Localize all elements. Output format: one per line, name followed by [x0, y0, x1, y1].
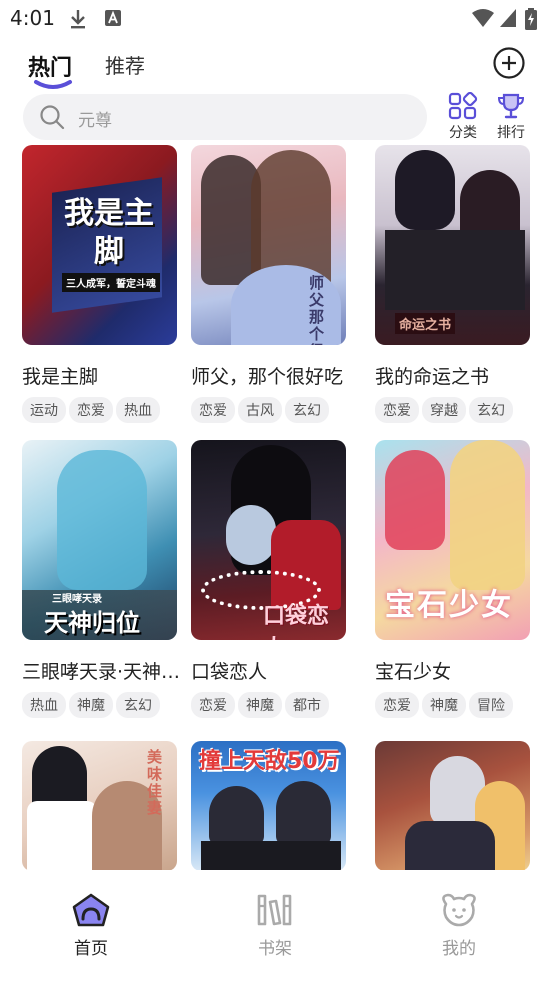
comic-tags: 恋爱 神魔 冒险	[375, 692, 545, 718]
wifi-icon	[472, 9, 494, 27]
comic-card[interactable]: 师父那个很好吃 师父，那个很好吃 恋爱古风玄幻	[191, 145, 361, 423]
comic-tags: 恋爱 神魔 都市	[191, 692, 361, 718]
nav-profile-label: 我的	[442, 939, 476, 959]
tag[interactable]: 恋爱	[375, 692, 419, 718]
cover-title: 美味佳妻	[147, 748, 163, 817]
cover-subtitle: 三人成军，誓定斗魂	[62, 273, 160, 292]
status-time: 4:01	[10, 6, 55, 30]
category-button[interactable]: 分类	[441, 92, 485, 144]
comic-card[interactable]: 我是主脚 三人成军，誓定斗魂 我是主脚 运动 恋爱 热血	[22, 145, 192, 423]
tag[interactable]: 神魔	[69, 692, 113, 718]
comic-card[interactable]: 撞上天敌50万	[191, 741, 361, 870]
battery-icon	[525, 8, 537, 30]
comic-card[interactable]	[375, 741, 545, 870]
top-tabs: 热门 推荐	[0, 44, 551, 94]
tag[interactable]: 恋爱	[191, 397, 235, 423]
tag[interactable]: 神魔	[238, 692, 282, 718]
comic-card[interactable]: 宝石少女 宝石少女 恋爱 神魔 冒险	[375, 440, 545, 718]
tag[interactable]: 神魔	[422, 692, 466, 718]
download-icon	[71, 10, 85, 29]
tag[interactable]: 都市	[285, 692, 329, 718]
trophy-icon	[497, 93, 525, 119]
comic-card[interactable]: 美味佳妻	[22, 741, 192, 870]
tag[interactable]: 恋爱	[375, 397, 419, 423]
comic-cover	[375, 741, 530, 870]
cover-title: 我是主脚	[64, 196, 154, 269]
comic-tags: 恋爱 穿越 玄幻	[375, 397, 545, 423]
nav-profile[interactable]: 我的	[414, 892, 504, 959]
comic-cover: 三眼哮天录 天神归位	[22, 440, 177, 640]
comic-title: 口袋恋人	[191, 661, 268, 683]
comic-cover: 我是主脚 三人成军，誓定斗魂	[22, 145, 177, 345]
cover-title: 天神归位	[44, 609, 140, 637]
cover-title: 口袋恋人	[263, 604, 330, 640]
search-icon	[40, 105, 65, 130]
comic-tags: 恋爱 古风 玄幻	[191, 397, 361, 423]
comic-card[interactable]: 命运之书 我的命运之书 恋爱 穿越 玄幻	[375, 145, 545, 423]
tab-recommend[interactable]: 推荐	[105, 50, 145, 79]
comic-cover: 撞上天敌50万	[191, 741, 346, 870]
comic-title: 我的命运之书	[375, 366, 490, 388]
comic-cover: 口袋恋人	[191, 440, 346, 640]
active-tab-indicator	[34, 80, 72, 89]
tag[interactable]: 穿越	[422, 397, 466, 423]
ranking-button[interactable]: 排行	[489, 92, 533, 144]
status-bar: 4:01	[0, 0, 551, 36]
cover-title: 命运之书	[395, 313, 456, 334]
tag[interactable]: 热血	[116, 397, 160, 423]
bookshelf-icon	[257, 894, 292, 926]
cover-title: 师父那个很好吃	[309, 274, 325, 346]
comic-card[interactable]: 口袋恋人 口袋恋人 恋爱神魔都市	[191, 440, 361, 718]
category-icon	[448, 92, 478, 120]
comic-title: 我是主脚	[22, 366, 99, 388]
comic-cover: 命运之书	[375, 145, 530, 345]
ranking-label: 排行	[497, 125, 525, 141]
tag[interactable]: 玄幻	[469, 397, 513, 423]
comic-tags: 热血 神魔 玄幻	[22, 692, 192, 718]
comic-card[interactable]: 三眼哮天录 天神归位 三眼哮天录·天神归位 热血 神魔 玄幻	[22, 440, 192, 718]
text-a-icon	[105, 10, 121, 26]
nav-home-label: 首页	[74, 939, 108, 959]
comic-tags: 运动 恋爱 热血	[22, 397, 192, 423]
tag[interactable]: 恋爱	[191, 692, 235, 718]
search-input[interactable]: 元尊	[23, 94, 427, 140]
search-placeholder: 元尊	[78, 111, 112, 131]
tag[interactable]: 热血	[22, 692, 66, 718]
comic-title: 三眼哮天录·天神归位	[22, 661, 182, 683]
tag[interactable]: 玄幻	[285, 397, 329, 423]
home-icon	[72, 893, 110, 927]
comic-grid: 我是主脚 三人成军，誓定斗魂 我是主脚 运动恋爱热血 师父那个很好吃 师父，那个…	[0, 145, 551, 870]
comic-cover: 宝石少女	[375, 440, 530, 640]
nav-home[interactable]: 首页	[46, 892, 136, 959]
nav-bookshelf-label: 书架	[258, 939, 292, 959]
cover-title: 宝石少女	[385, 588, 513, 623]
comic-cover: 美味佳妻	[22, 741, 177, 870]
signal-icon	[500, 9, 516, 27]
tag[interactable]: 恋爱	[69, 397, 113, 423]
add-icon[interactable]	[493, 47, 525, 79]
tag[interactable]: 玄幻	[116, 692, 160, 718]
cover-title: 撞上天敌50万	[199, 749, 340, 774]
comic-title: 宝石少女	[375, 661, 452, 683]
category-label: 分类	[449, 125, 477, 141]
tag[interactable]: 古风	[238, 397, 282, 423]
tag[interactable]: 运动	[22, 397, 66, 423]
nav-bookshelf[interactable]: 书架	[230, 892, 320, 959]
bottom-nav: 首页 书架 我的	[0, 870, 551, 981]
comic-title: 师父，那个很好吃	[191, 366, 344, 388]
profile-icon	[442, 893, 476, 927]
tag[interactable]: 冒险	[469, 692, 513, 718]
comic-cover: 师父那个很好吃	[191, 145, 346, 345]
